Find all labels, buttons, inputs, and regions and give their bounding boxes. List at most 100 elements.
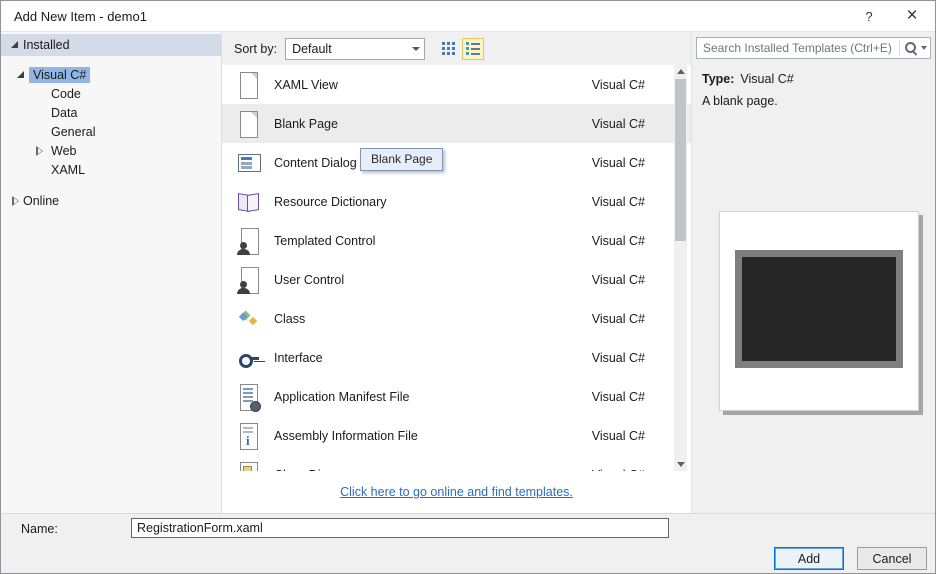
- icon-detail: [236, 226, 262, 256]
- sidebar-item-label: Code: [51, 86, 81, 101]
- sidebar-item-general[interactable]: General: [1, 122, 221, 141]
- template-language: Visual C#: [591, 389, 645, 404]
- name-label: Name:: [21, 522, 58, 536]
- dialog-template-icon: [236, 148, 262, 178]
- template-item-blank-page[interactable]: Blank Page Visual C#: [222, 104, 691, 143]
- type-value: Visual C#: [740, 72, 794, 86]
- template-language: Visual C#: [591, 350, 645, 365]
- template-item-templated-control[interactable]: Templated Control Visual C#: [222, 221, 691, 260]
- sidebar-item-code[interactable]: Code: [1, 84, 221, 103]
- help-button[interactable]: ?: [849, 1, 889, 31]
- sort-toolbar: Sort by: Default: [222, 32, 691, 65]
- template-item-xaml-view[interactable]: XAML View Visual C#: [222, 65, 691, 104]
- template-panel: Sort by: Default XAML View Visual C# Bla…: [222, 32, 691, 513]
- icon-detail: [236, 460, 262, 472]
- small-icons-view-button[interactable]: [437, 38, 459, 60]
- template-name: Class: [274, 311, 306, 326]
- template-name: User Control: [274, 272, 345, 287]
- online-templates-link[interactable]: Click here to go online and find templat…: [340, 485, 573, 499]
- sidebar-item-label: XAML: [51, 162, 86, 177]
- sidebar-item-label: Visual C#: [29, 66, 91, 83]
- template-name: XAML View: [274, 77, 338, 92]
- template-item-content-dialog[interactable]: Content Dialog Visual C#: [222, 143, 691, 182]
- sidebar-item-label: General: [51, 124, 96, 139]
- dropdown-arrow-icon: [407, 39, 424, 59]
- template-item-resource-dictionary[interactable]: Resource Dictionary Visual C#: [222, 182, 691, 221]
- expanded-triangle-icon: [9, 39, 23, 51]
- template-list-scrollbar[interactable]: [674, 65, 687, 471]
- template-language: Visual C#: [591, 155, 645, 170]
- sidebar-item-visual-c-[interactable]: Visual C#: [1, 65, 221, 84]
- template-language: Visual C#: [591, 116, 645, 131]
- template-language: Visual C#: [591, 233, 645, 248]
- scroll-down-icon[interactable]: [674, 458, 687, 471]
- template-type-row: Type: Visual C#: [702, 72, 794, 86]
- installed-category-header[interactable]: Installed: [1, 34, 221, 56]
- template-item-user-control[interactable]: User Control Visual C#: [222, 260, 691, 299]
- search-box: [696, 37, 931, 59]
- close-button[interactable]: ×: [889, 1, 935, 31]
- template-list: XAML View Visual C# Blank Page Visual C#…: [222, 65, 691, 471]
- sidebar-item-data[interactable]: Data: [1, 103, 221, 122]
- page-template-icon: [236, 109, 262, 139]
- template-item-assembly-information-file[interactable]: Assembly Information File Visual C#: [222, 416, 691, 455]
- online-label: Online: [23, 193, 60, 208]
- sidebar-item-online[interactable]: Online: [1, 191, 221, 210]
- icon-detail: [236, 265, 262, 295]
- sort-by-label: Sort by:: [234, 41, 278, 56]
- class-template-icon: [236, 304, 262, 334]
- expanded-triangle-icon: [15, 69, 29, 81]
- collapsed-triangle-icon: [33, 145, 47, 157]
- preview-page-thumbnail: [735, 250, 903, 368]
- info-template-icon: [236, 421, 262, 451]
- scrollbar-thumb[interactable]: [675, 79, 686, 241]
- scroll-up-icon[interactable]: [674, 65, 687, 78]
- template-description: A blank page.: [702, 94, 778, 108]
- book-template-icon: [236, 187, 262, 217]
- template-language: Visual C#: [591, 194, 645, 209]
- manifest-template-icon: [236, 382, 262, 412]
- type-label: Type:: [702, 72, 735, 86]
- sort-by-dropdown[interactable]: Default: [285, 37, 426, 60]
- template-name: Resource Dictionary: [274, 194, 387, 209]
- details-panel: Type: Visual C# A blank page.: [691, 32, 935, 513]
- page-template-icon: [236, 70, 262, 100]
- category-panel: Installed Visual C# Code Data General We…: [1, 32, 222, 513]
- blank-page-tooltip: Blank Page: [360, 148, 444, 171]
- template-item-class-diagram[interactable]: Class Diagram Visual C#: [222, 455, 691, 471]
- installed-label: Installed: [23, 38, 70, 52]
- template-item-interface[interactable]: Interface Visual C#: [222, 338, 691, 377]
- search-input[interactable]: [697, 41, 899, 55]
- sidebar-item-web[interactable]: Web: [1, 141, 221, 160]
- template-name: Assembly Information File: [274, 428, 418, 443]
- sidebar-item-xaml[interactable]: XAML: [1, 160, 221, 179]
- collapsed-triangle-icon: [9, 195, 23, 207]
- icon-detail: [236, 421, 262, 451]
- cancel-button[interactable]: Cancel: [857, 547, 927, 570]
- interface-template-icon: [236, 343, 262, 373]
- template-item-class[interactable]: Class Visual C#: [222, 299, 691, 338]
- template-language: Visual C#: [591, 272, 645, 287]
- list-view-button[interactable]: [462, 37, 485, 60]
- search-icon: [904, 41, 918, 55]
- small-icons-grid-icon: [441, 42, 455, 55]
- search-button[interactable]: [900, 38, 930, 58]
- icon-detail: [236, 70, 262, 100]
- control-template-icon: [236, 226, 262, 256]
- add-new-item-dialog: Add New Item - demo1 ? × Installed Visua…: [0, 0, 936, 574]
- add-button[interactable]: Add: [774, 547, 844, 570]
- diagram-template-icon: [236, 460, 262, 472]
- window-title: Add New Item - demo1: [14, 8, 147, 24]
- template-name: Templated Control: [274, 233, 376, 248]
- template-name: Blank Page: [274, 116, 338, 131]
- template-list-viewport: XAML View Visual C# Blank Page Visual C#…: [222, 65, 691, 471]
- name-input[interactable]: [131, 518, 669, 538]
- sidebar-item-label: Data: [51, 105, 78, 120]
- template-name: Content Dialog: [274, 155, 357, 170]
- template-language: Visual C#: [591, 311, 645, 326]
- template-item-application-manifest-file[interactable]: Application Manifest File Visual C#: [222, 377, 691, 416]
